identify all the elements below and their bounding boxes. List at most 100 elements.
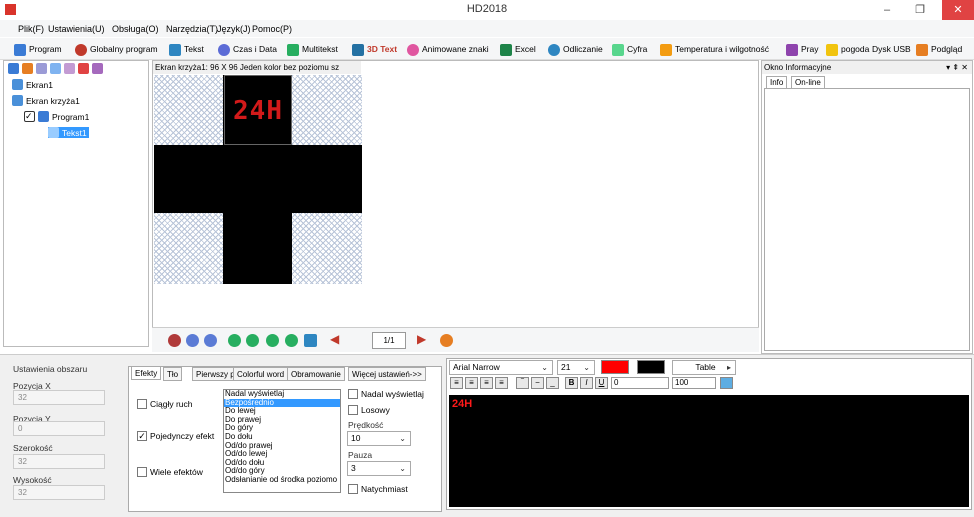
program-button[interactable]: Program xyxy=(14,42,62,57)
list-item[interactable]: Odsłanianie od środka poziomo xyxy=(224,475,340,485)
flower-icon xyxy=(407,43,419,56)
paste-icon[interactable] xyxy=(50,63,61,74)
tab-effects[interactable]: Efekty xyxy=(131,366,162,380)
single-effect-checkbox[interactable]: ✓ Pojedynczy efekt xyxy=(137,431,214,441)
table-button[interactable]: Table ▸ xyxy=(672,360,736,375)
3d-text-button[interactable]: 3D Text xyxy=(352,42,397,57)
countdown-button[interactable]: Odliczanie xyxy=(548,42,603,57)
copy-icon[interactable] xyxy=(36,63,47,74)
tree-item-program1[interactable]: ✓ Program1 xyxy=(24,111,89,122)
valign-middle-icon[interactable]: − xyxy=(531,377,544,389)
tree-item-cross-screen[interactable]: Ekran krzyża1 xyxy=(12,95,80,106)
minimize-button[interactable]: – xyxy=(872,0,902,20)
move-icon[interactable] xyxy=(64,63,75,74)
tab-background[interactable]: Tło xyxy=(163,367,183,381)
arrow-down-icon[interactable] xyxy=(285,334,298,347)
check-icon[interactable] xyxy=(92,63,103,74)
align-left-icon[interactable]: ≡ xyxy=(450,377,463,389)
panel-controls-icon[interactable]: ▾ ⇞ ✕ xyxy=(946,61,968,74)
screen-info-header: Ekran krzyża1: 96 X 96 Jeden kolor bez p… xyxy=(153,61,361,74)
restore-button[interactable]: ❐ xyxy=(905,0,935,20)
pause-icon[interactable] xyxy=(168,334,181,347)
window-title: HD2018 xyxy=(466,3,508,15)
delete-icon[interactable] xyxy=(78,63,89,74)
height-field[interactable]: 32 xyxy=(13,485,105,500)
move-icon[interactable] xyxy=(304,334,317,347)
temperature-button[interactable]: Temperatura i wilgotność xyxy=(660,42,769,57)
tab-colorful-word[interactable]: Colorful word xyxy=(233,367,289,381)
spacing-stepper[interactable]: 0 xyxy=(611,377,669,389)
arrow-up-icon[interactable] xyxy=(266,334,279,347)
menu-settings[interactable]: Ustawienia(U) xyxy=(48,24,105,34)
led-text-area[interactable]: 24H xyxy=(224,75,292,145)
justify-icon[interactable]: ≡ xyxy=(495,377,508,389)
next-page-icon[interactable]: ▶ xyxy=(417,332,426,346)
arrow-left-icon[interactable] xyxy=(228,334,241,347)
image-icon[interactable] xyxy=(720,377,733,389)
tree-item-screen1[interactable]: Ekran1 xyxy=(12,79,53,90)
digit-button[interactable]: Cyfra xyxy=(612,42,647,57)
zoom-in-icon[interactable] xyxy=(186,334,199,347)
position-x-field[interactable]: 32 xyxy=(13,390,105,405)
text-color-picker[interactable] xyxy=(601,360,629,374)
tab-info[interactable]: Info xyxy=(766,76,788,88)
menu-file[interactable]: Plik(F) xyxy=(18,24,44,34)
speed-label: Prędkość xyxy=(348,420,384,430)
tab-border[interactable]: Obramowanie xyxy=(287,367,345,381)
speed-select[interactable]: 10 ⌄ xyxy=(347,431,411,446)
height-label: Wysokość xyxy=(13,475,52,485)
text-editor-panel: Arial Narrow ⌄ 21 ⌄ Table ▸ ≡ ≡ ≡ ≡ ‾ − _ B… xyxy=(446,358,972,510)
zoom-out-icon[interactable] xyxy=(204,334,217,347)
position-y-field[interactable]: 0 xyxy=(13,421,105,436)
valign-top-icon[interactable]: ‾ xyxy=(516,377,529,389)
bold-icon[interactable]: B xyxy=(565,377,578,389)
preview-button[interactable]: Podgląd xyxy=(916,42,962,57)
scale-stepper[interactable]: 100 xyxy=(672,377,716,389)
pray-button[interactable]: Pray xyxy=(786,42,818,57)
excel-button[interactable]: Excel xyxy=(500,42,536,57)
usb-disk-button[interactable]: Dysk USB xyxy=(872,42,911,57)
tab-online[interactable]: On-line xyxy=(791,76,825,88)
cross-screen-icon xyxy=(12,95,23,106)
valign-bottom-icon[interactable]: _ xyxy=(546,377,559,389)
weather-button[interactable]: pogoda xyxy=(826,42,869,57)
tree-item-text1[interactable]: Tekst1 xyxy=(48,127,89,138)
effects-listbox[interactable]: Nadal wyświetlaj Bezpośrednio Do lewej D… xyxy=(223,389,341,493)
arrow-right-icon[interactable] xyxy=(246,334,259,347)
animated-chars-button[interactable]: Animowane znaki xyxy=(407,42,489,57)
settings-icon[interactable] xyxy=(440,334,453,347)
cross-screen-canvas[interactable]: 24H xyxy=(154,75,362,284)
info-content xyxy=(764,88,970,351)
font-size-select[interactable]: 21 ⌄ xyxy=(557,360,595,375)
checkbox-icon[interactable]: ✓ xyxy=(24,111,35,122)
background-color-picker[interactable] xyxy=(637,360,665,374)
font-select[interactable]: Arial Narrow ⌄ xyxy=(449,360,553,375)
underline-icon[interactable]: U xyxy=(595,377,608,389)
menu-tools[interactable]: Narzędzia(T) xyxy=(166,24,218,34)
pause-select[interactable]: 3 ⌄ xyxy=(347,461,411,476)
align-right-icon[interactable]: ≡ xyxy=(480,377,493,389)
italic-icon[interactable]: I xyxy=(580,377,593,389)
menu-language[interactable]: Język(J) xyxy=(217,24,251,34)
random-checkbox[interactable]: Losowy xyxy=(348,405,390,415)
chevron-down-icon: ⌄ xyxy=(583,363,590,372)
new-program-icon[interactable] xyxy=(22,63,33,74)
menu-help[interactable]: Pomoc(P) xyxy=(252,24,292,34)
prev-page-icon[interactable]: ◀ xyxy=(330,332,339,346)
multi-effects-checkbox[interactable]: Wiele efektów xyxy=(137,467,203,477)
timer-icon xyxy=(548,43,560,56)
text-button[interactable]: Tekst xyxy=(169,42,204,57)
new-screen-icon[interactable] xyxy=(8,63,19,74)
align-center-icon[interactable]: ≡ xyxy=(465,377,478,389)
keep-showing-checkbox[interactable]: Nadal wyświetlaj xyxy=(348,389,424,399)
close-button[interactable]: ✕ xyxy=(942,0,974,20)
global-program-button[interactable]: Globalny program xyxy=(75,42,158,57)
tab-more-settings[interactable]: Więcej ustawień->> xyxy=(348,367,426,381)
width-field[interactable]: 32 xyxy=(13,454,105,469)
time-date-button[interactable]: Czas i Data xyxy=(218,42,277,57)
menu-operation[interactable]: Obsługa(O) xyxy=(112,24,159,34)
text-edit-area[interactable]: 24H xyxy=(449,395,969,507)
instant-checkbox[interactable]: Natychmiast xyxy=(348,484,408,494)
multitext-button[interactable]: Multitekst xyxy=(287,42,338,57)
continuous-move-checkbox[interactable]: Ciągły ruch xyxy=(137,399,193,409)
